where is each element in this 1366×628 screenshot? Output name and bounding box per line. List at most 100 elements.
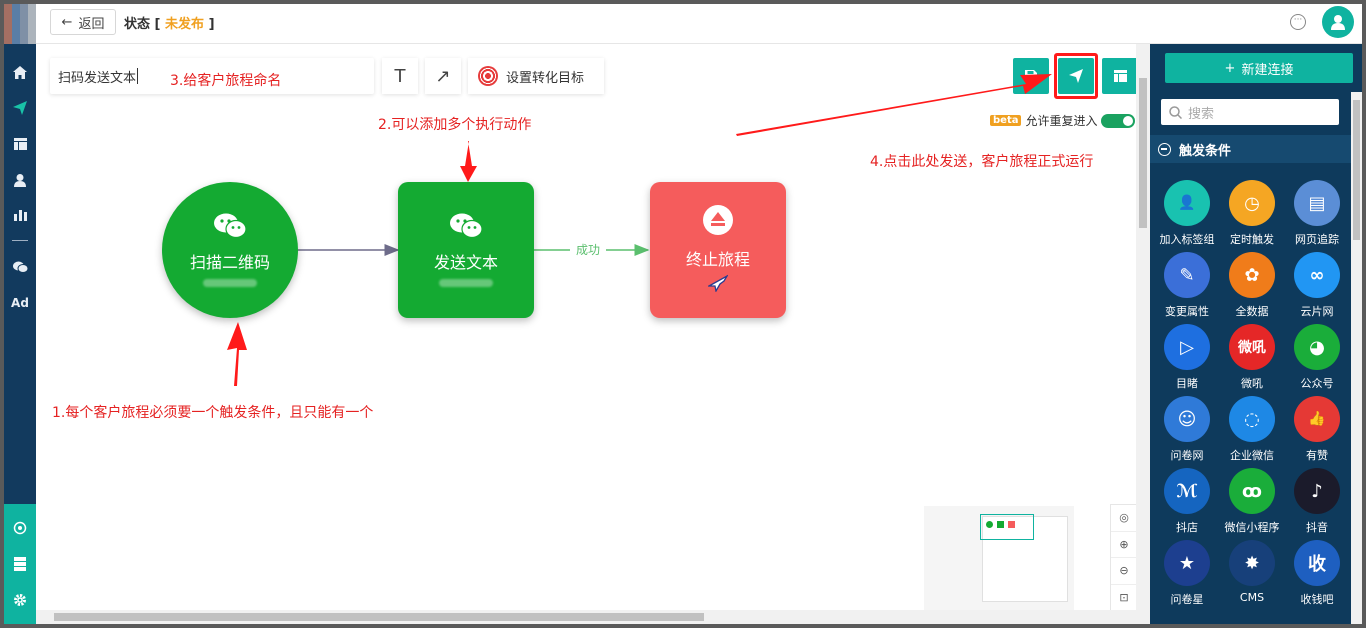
search-placeholder: 搜索 xyxy=(1188,106,1215,122)
tile-label: 定时触发 xyxy=(1230,233,1274,246)
new-connection-label: 新建连接 xyxy=(1241,62,1294,78)
trigger-tile[interactable]: 👍 有赞 xyxy=(1286,394,1348,466)
component-panel: + 新建连接 搜索 触发条件 👤 加入标签组 ◷ 定时触发 ▤ 网页追踪 ✎ 变更属性 ✿ 全数据… xyxy=(1150,44,1362,624)
tile-label: 加入标签组 xyxy=(1159,233,1215,246)
status-label: 状态 xyxy=(124,17,151,32)
trigger-tile[interactable]: ✸ CMS xyxy=(1221,538,1283,610)
new-connection-button[interactable]: + 新建连接 xyxy=(1165,53,1353,83)
canvas-vertical-scrollbar[interactable] xyxy=(1136,44,1150,612)
nav-divider xyxy=(12,240,28,241)
nav-bottom xyxy=(4,504,36,624)
tile-label: 微吼 xyxy=(1241,377,1263,390)
flow-node-trigger[interactable]: 扫描二维码 xyxy=(162,182,298,318)
annotation-arrow-4 xyxy=(736,74,1052,136)
zoom-out-icon[interactable]: ⊖ xyxy=(1111,558,1137,585)
tile-label: 全数据 xyxy=(1235,305,1269,318)
user-icon[interactable] xyxy=(4,168,36,192)
trigger-tile[interactable]: ✎ 变更属性 xyxy=(1156,250,1218,322)
chat-icon[interactable]: ··· xyxy=(1290,14,1306,30)
zoom-controls: ◎ ⊕ ⊖ ⊡ xyxy=(1110,504,1138,612)
panel-scrollbar[interactable] xyxy=(1351,92,1362,624)
flow-node-end[interactable]: 终止旅程 xyxy=(650,182,786,318)
target-icon[interactable] xyxy=(4,516,36,540)
plus-icon: + xyxy=(1224,60,1236,76)
node-title: 终止旅程 xyxy=(685,250,750,269)
gear-icon[interactable] xyxy=(4,588,36,612)
flow-node-action[interactable]: 发送文本 xyxy=(398,182,534,318)
tile-icon: 👍 xyxy=(1294,396,1340,442)
trigger-tile[interactable]: ▷ 目睹 xyxy=(1156,322,1218,394)
trigger-tile[interactable]: ♪ 抖音 xyxy=(1286,466,1348,538)
search-input[interactable]: 搜索 xyxy=(1161,99,1339,125)
annotation-4: 4.点击此处发送，客户旅程正式运行 xyxy=(870,154,1094,170)
wechat-icon xyxy=(450,213,482,239)
tile-label: 问卷星 xyxy=(1170,593,1204,606)
annotation-2: 2.可以添加多个执行动作 xyxy=(378,117,532,133)
status-indicator: 状态 [ 未发布 ] xyxy=(124,13,215,32)
back-label: 返回 xyxy=(78,16,105,32)
tile-label: 目睹 xyxy=(1176,377,1198,390)
app-window: Ad ← 返回 状态 [ 未发布 ] ··· 扫码发送文本 3.给客户旅程命名 … xyxy=(4,4,1362,624)
tile-icon: 微吼 xyxy=(1229,324,1275,370)
trigger-tile[interactable]: ✿ 全数据 xyxy=(1221,250,1283,322)
trigger-tile[interactable]: ◷ 定时触发 xyxy=(1221,178,1283,250)
tile-icon: ✿ xyxy=(1229,252,1275,298)
status-bracket-close: ] xyxy=(208,17,215,32)
server-icon[interactable] xyxy=(4,552,36,576)
section-trigger-conditions[interactable]: 触发条件 xyxy=(1150,135,1351,163)
canvas-horizontal-scrollbar[interactable] xyxy=(36,610,1150,624)
node-title: 发送文本 xyxy=(433,253,498,272)
collapse-icon[interactable] xyxy=(1158,142,1171,156)
tile-label: 抖音 xyxy=(1306,521,1328,534)
tile-icon: 👤 xyxy=(1164,180,1210,226)
trigger-tile[interactable]: ★ 问卷星 xyxy=(1156,538,1218,610)
trigger-tile[interactable]: 收收钱吧 xyxy=(1286,538,1348,610)
tile-icon: ꝏ xyxy=(1229,468,1275,514)
locate-icon[interactable]: ◎ xyxy=(1111,505,1137,532)
status-value: 未发布 xyxy=(165,17,205,32)
tile-icon: ✸ xyxy=(1229,540,1275,586)
chart-icon[interactable] xyxy=(4,203,36,227)
tile-label: 收钱吧 xyxy=(1300,593,1334,606)
tile-icon: ✎ xyxy=(1164,252,1210,298)
back-button[interactable]: ← 返回 xyxy=(50,9,116,35)
tile-label: 企业微信 xyxy=(1230,449,1274,462)
avatar[interactable] xyxy=(1322,6,1354,38)
tile-icon: ★ xyxy=(1164,540,1210,586)
tile-label: CMS xyxy=(1239,591,1265,604)
left-nav: Ad xyxy=(4,4,36,624)
tile-label: 有赞 xyxy=(1306,449,1328,462)
send-icon[interactable] xyxy=(4,96,36,120)
tile-icon: ∞ xyxy=(1294,252,1340,298)
logo xyxy=(4,4,36,44)
trigger-tile[interactable]: 微吼 微吼 xyxy=(1221,322,1283,394)
trigger-tile[interactable]: ℳ 抖店 xyxy=(1156,466,1218,538)
trigger-tile[interactable]: ☺ 问卷网 xyxy=(1156,394,1218,466)
tile-icon: ♪ xyxy=(1294,468,1340,514)
flow-canvas[interactable]: 扫码发送文本 3.给客户旅程命名 T ↗ 设置转化目标 beta 允许重复进入 xyxy=(36,44,1138,612)
trigger-tile[interactable]: ◌ 企业微信 xyxy=(1221,394,1283,466)
edge-label: 成功 xyxy=(576,243,600,257)
search-icon xyxy=(1169,105,1182,119)
trigger-tile[interactable]: ▤ 网页追踪 xyxy=(1286,178,1348,250)
tile-icon: ▤ xyxy=(1294,180,1340,226)
layout-icon[interactable] xyxy=(4,132,36,156)
home-icon[interactable] xyxy=(4,60,36,84)
wechat-icon[interactable] xyxy=(4,255,36,279)
trigger-tile[interactable]: ∞ 云片网 xyxy=(1286,250,1348,322)
tile-label: 云片网 xyxy=(1300,305,1334,318)
fit-view-icon[interactable]: ⊡ xyxy=(1111,585,1137,611)
trigger-tile[interactable]: 👤 加入标签组 xyxy=(1156,178,1218,250)
tile-label: 问卷网 xyxy=(1170,449,1204,462)
ad-nav-item[interactable]: Ad xyxy=(4,291,36,315)
tile-icon: ℳ xyxy=(1164,468,1210,514)
minimap-nodes xyxy=(986,521,1015,528)
trigger-tile[interactable]: ꝏ 微信小程序 xyxy=(1221,466,1283,538)
trigger-tile-grid: 👤 加入标签组 ◷ 定时触发 ▤ 网页追踪 ✎ 变更属性 ✿ 全数据 ∞ 云片网 ▷ 目睹 微吼 微吼 ◕ 公众号… xyxy=(1156,178,1350,610)
minimap[interactable] xyxy=(924,506,1074,612)
zoom-in-icon[interactable]: ⊕ xyxy=(1111,532,1137,558)
trigger-tile[interactable]: ◕ 公众号 xyxy=(1286,322,1348,394)
tile-label: 抖店 xyxy=(1176,521,1198,534)
status-bracket-open: [ xyxy=(154,17,161,32)
tile-label: 公众号 xyxy=(1300,377,1334,390)
